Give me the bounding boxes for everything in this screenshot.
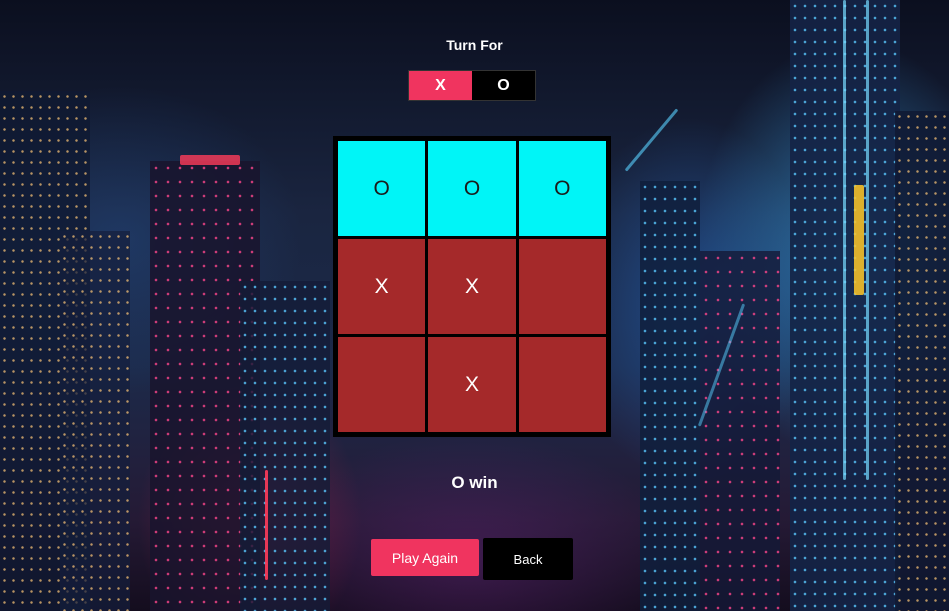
turn-indicator: X O: [408, 70, 536, 101]
turn-player-x: X: [409, 71, 472, 100]
board-cell[interactable]: O: [518, 141, 606, 236]
board-cell[interactable]: O: [338, 141, 426, 236]
building: [60, 231, 130, 611]
board-cell[interactable]: [518, 239, 606, 334]
neon-beam: [866, 0, 869, 480]
turn-title: Turn For: [446, 37, 503, 53]
neon-beam: [843, 0, 846, 480]
play-again-button[interactable]: Play Again: [371, 539, 479, 576]
back-button[interactable]: Back: [483, 538, 573, 580]
board-cell[interactable]: [338, 337, 426, 432]
board-cell[interactable]: [518, 337, 606, 432]
turn-player-o: O: [497, 76, 510, 94]
board-cell[interactable]: X: [338, 239, 426, 334]
neon-beam: [180, 155, 240, 165]
game-result: O win: [451, 473, 498, 492]
building: [240, 281, 330, 611]
board-cell[interactable]: X: [428, 239, 516, 334]
neon-beam: [624, 108, 679, 172]
board-cell[interactable]: X: [428, 337, 516, 432]
building: [700, 251, 780, 611]
building: [640, 181, 700, 611]
board-cell[interactable]: O: [428, 141, 516, 236]
neon-beam: [854, 185, 864, 295]
game-board: O O O X X X: [333, 136, 611, 437]
building: [895, 111, 949, 611]
